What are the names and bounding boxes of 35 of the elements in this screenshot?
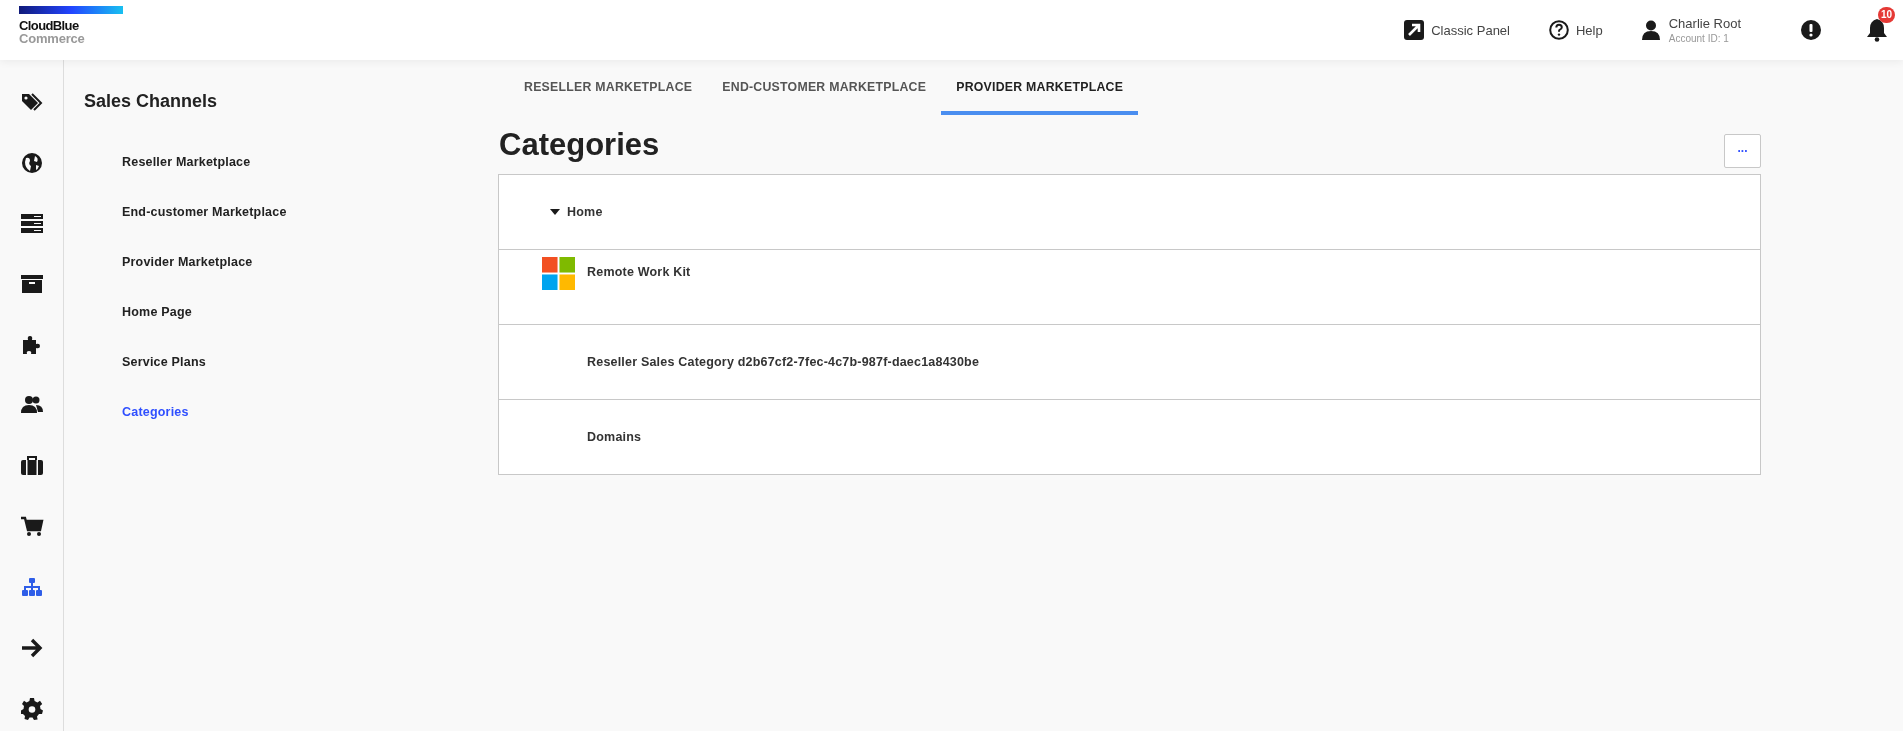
shopping-cart-icon[interactable]: [19, 514, 44, 539]
account-id: Account ID: 1: [1668, 33, 1730, 44]
server-stack-icon[interactable]: [19, 211, 44, 236]
caret-down-icon[interactable]: [550, 207, 560, 217]
four-squares-logo-icon: [542, 257, 575, 290]
help-link[interactable]: Help: [1549, 20, 1603, 40]
user-menu[interactable]: Charlie Root Account ID: 1: [1641, 16, 1741, 44]
notification-badge: 10: [1878, 7, 1896, 23]
more-options-button[interactable]: ...: [1724, 133, 1761, 168]
sidebar-item[interactable]: Categories: [122, 387, 189, 437]
sidebar-item[interactable]: Service Plans: [122, 337, 206, 387]
category-name[interactable]: Domains: [587, 430, 642, 444]
sidebar-item[interactable]: End-customer Marketplace: [122, 187, 287, 237]
sidebar-item[interactable]: Reseller Marketplace: [122, 137, 251, 187]
tab[interactable]: RESELLER MARKETPLACE: [509, 60, 708, 115]
tab[interactable]: END-CUSTOMER MARKETPLACE: [707, 60, 942, 115]
external-link-icon: [1404, 20, 1425, 40]
settings-icon[interactable]: [19, 696, 44, 721]
category-name[interactable]: Remote Work Kit: [587, 265, 691, 279]
sidebar-item[interactable]: Provider Marketplace: [122, 237, 253, 287]
logo-subtext: Commerce: [19, 32, 86, 45]
bell-icon[interactable]: [1866, 18, 1888, 42]
category-name[interactable]: Home: [567, 205, 603, 219]
sidebar-item[interactable]: Home Page: [122, 287, 192, 337]
classic-panel-link[interactable]: Classic Panel: [1404, 20, 1510, 40]
logo-text: CloudBlue: [19, 19, 80, 32]
help-icon: [1549, 20, 1569, 40]
sidebar-title: Sales Channels: [84, 91, 218, 112]
user-name: Charlie Root: [1668, 16, 1741, 31]
tab[interactable]: PROVIDER MARKETPLACE: [941, 60, 1139, 115]
page-title: Categories: [498, 126, 660, 163]
globe-icon[interactable]: [19, 150, 44, 175]
category-name[interactable]: Reseller Sales Category d2b67cf2-7fec-4c7b-987f-daec1a8430be: [587, 355, 980, 369]
user-icon: [1641, 20, 1660, 40]
alert-icon[interactable]: [1801, 20, 1821, 40]
